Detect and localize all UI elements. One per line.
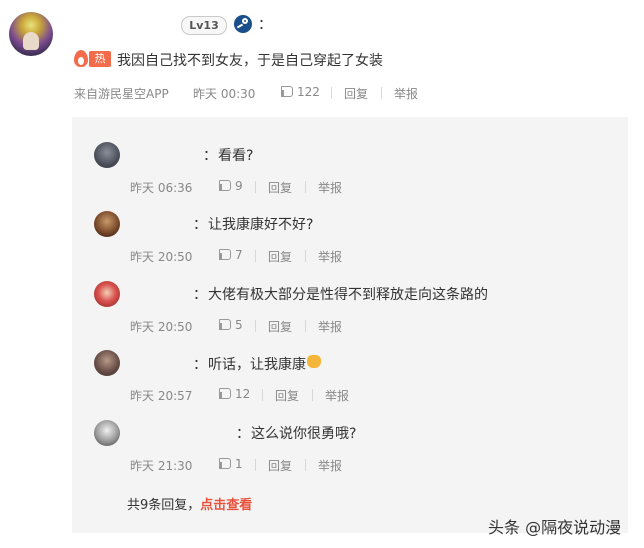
reply-colon: ： [203, 148, 217, 164]
divider [305, 459, 306, 471]
reply-time: 昨天 20:50 [130, 320, 193, 334]
flame-icon [74, 50, 88, 67]
post-source: 来自游民星空APP [74, 87, 169, 101]
post-author-avatar[interactable] [9, 12, 53, 56]
reply-like-button[interactable]: 9 [219, 179, 243, 193]
reply-like-button[interactable]: 5 [219, 318, 243, 332]
reply-reply-button[interactable]: 回复 [275, 387, 299, 404]
divider [255, 459, 256, 471]
reply-colon: ： [236, 426, 250, 442]
post-reply-button[interactable]: 回复 [344, 85, 368, 102]
total-replies: 共9条回复，点击查看 [127, 494, 252, 513]
view-all-link[interactable]: 点击查看 [200, 498, 252, 513]
thumbs-up-icon [219, 388, 231, 399]
reply-like-count: 7 [235, 248, 243, 262]
reply-colon: ： [193, 287, 207, 303]
post-time: 昨天 00:30 [193, 87, 256, 101]
reply-like-count: 9 [235, 179, 243, 193]
post-like-count: 122 [297, 85, 320, 99]
reply-time: 昨天 21:30 [130, 459, 193, 473]
reply-text: 看看? [218, 148, 254, 164]
reply-report-button[interactable]: 举报 [318, 457, 342, 474]
divider [255, 181, 256, 193]
reply-time: 昨天 06:36 [130, 181, 193, 195]
reply-text: 这么说你很勇哦? [251, 426, 357, 442]
divider [262, 389, 263, 401]
divider [305, 320, 306, 332]
reply-report-button[interactable]: 举报 [318, 179, 342, 196]
reply-like-count: 5 [235, 318, 243, 332]
thumbs-up-icon [219, 180, 231, 191]
divider [305, 181, 306, 193]
author-colon: ： [258, 17, 272, 33]
reply-like-button[interactable]: 1 [219, 457, 243, 471]
reply-reply-button[interactable]: 回复 [268, 179, 292, 196]
reply-avatar[interactable] [94, 211, 120, 237]
reply-like-button[interactable]: 12 [219, 387, 250, 401]
divider [312, 389, 313, 401]
reply-report-button[interactable]: 举报 [318, 318, 342, 335]
thumbs-up-icon [219, 458, 231, 469]
reply-reply-button[interactable]: 回复 [268, 248, 292, 265]
divider [331, 87, 332, 99]
reply-avatar[interactable] [94, 350, 120, 376]
reply-like-button[interactable]: 7 [219, 248, 243, 262]
reply-report-button[interactable]: 举报 [318, 248, 342, 265]
reply-reply-button[interactable]: 回复 [268, 457, 292, 474]
reply-avatar[interactable] [94, 281, 120, 307]
divider [255, 250, 256, 262]
divider [381, 87, 382, 99]
level-badge: Lv13 [181, 16, 227, 35]
fist-emoji-icon [307, 355, 321, 368]
reply-text: 听话，让我康康 [208, 357, 306, 373]
divider [255, 320, 256, 332]
post-report-button[interactable]: 举报 [394, 85, 418, 102]
reply-avatar[interactable] [94, 142, 120, 168]
reply-text: 大佬有极大部分是性得不到释放走向这条路的 [208, 287, 488, 303]
thumbs-up-icon [281, 86, 293, 97]
reply-like-count: 12 [235, 387, 251, 401]
reply-colon: ： [193, 217, 207, 233]
reply-colon: ： [193, 357, 207, 373]
thumbs-up-icon [219, 319, 231, 330]
steam-icon [234, 15, 252, 33]
total-replies-label: 共9条回复， [127, 498, 201, 513]
hot-badge: 热 [89, 51, 111, 67]
reply-report-button[interactable]: 举报 [325, 387, 349, 404]
reply-avatar[interactable] [94, 420, 120, 446]
post-like-button[interactable]: 122 [281, 85, 320, 99]
watermark: 头条 @隔夜说动漫 [488, 518, 622, 537]
reply-time: 昨天 20:50 [130, 250, 193, 264]
reply-reply-button[interactable]: 回复 [268, 318, 292, 335]
post-text: 我因自己找不到女友，于是自己穿起了女装 [117, 53, 383, 69]
divider [305, 250, 306, 262]
thumbs-up-icon [219, 249, 231, 260]
reply-like-count: 1 [235, 457, 243, 471]
reply-text: 让我康康好不好? [208, 217, 314, 233]
reply-time: 昨天 20:57 [130, 389, 193, 403]
